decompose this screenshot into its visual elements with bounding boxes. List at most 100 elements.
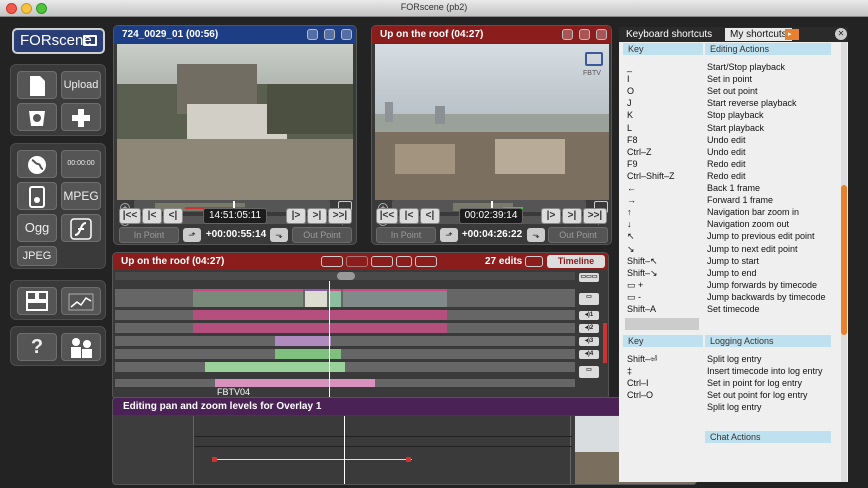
shortcuts-scroll-thumb[interactable]: [841, 185, 847, 335]
shortcut-action: Redo edit: [707, 158, 746, 169]
shortcut-key: Shift–↖: [627, 255, 658, 266]
key-column-header: Key: [623, 43, 703, 55]
edit-viewer-lock-button[interactable]: [562, 29, 573, 40]
trim-icon[interactable]: [371, 256, 393, 267]
audio-2-button[interactable]: ◂)2: [579, 324, 599, 333]
overlay-playhead[interactable]: [344, 416, 345, 484]
shortcuts-panel: Key Editing Actions _ Start/Stop playback I S…: [619, 27, 848, 482]
chat-actions-header: Chat Actions: [705, 431, 831, 444]
edit-set-in-arrow[interactable]: ⬏: [440, 228, 458, 242]
keyframe-marker[interactable]: [212, 457, 217, 462]
shortcut-action: Start reverse playback: [707, 98, 797, 109]
jpeg-button[interactable]: JPEG: [17, 246, 57, 266]
layout-button[interactable]: [17, 287, 57, 315]
shortcut-key: Ctrl–Z: [627, 146, 652, 157]
audio-3-button[interactable]: ◂)3: [579, 337, 599, 346]
ipod-button[interactable]: [17, 182, 57, 210]
edit-prev-frame-button[interactable]: <|: [420, 208, 440, 224]
source-out-point-button[interactable]: Out Point: [292, 227, 352, 243]
overlay-keyframe-graph[interactable]: [193, 416, 572, 484]
play-shortcut-icon[interactable]: ▸: [785, 29, 799, 40]
edit-set-out-arrow[interactable]: ⬎: [527, 228, 545, 242]
edit-next-edit-button[interactable]: >|: [562, 208, 582, 224]
web-button[interactable]: [17, 150, 57, 178]
flash-button[interactable]: [61, 214, 101, 242]
shortcut-action: Insert timecode into log entry: [707, 366, 823, 377]
source-prev-edit-button[interactable]: |<: [142, 208, 162, 224]
subtitle-track-button[interactable]: ▭: [579, 366, 599, 378]
source-set-out-arrow[interactable]: ⬎: [270, 228, 288, 242]
audio-toggle-button[interactable]: [307, 29, 318, 40]
audio-track-2[interactable]: [115, 336, 575, 346]
timeline-header: Up on the roof (04:27) 27 edits Timeline: [113, 253, 608, 270]
edit-jump-end-button[interactable]: >>|: [583, 208, 607, 224]
timeline-scroll-marker: [603, 323, 607, 363]
source-video-frame[interactable]: [117, 44, 353, 200]
source-next-frame-button[interactable]: |>: [286, 208, 306, 224]
upload-button[interactable]: Upload: [61, 71, 101, 99]
add-button[interactable]: [61, 103, 101, 131]
tab-my-shortcuts[interactable]: My shortcuts: [725, 28, 792, 41]
stats-button[interactable]: [61, 287, 101, 315]
shortcut-key: ←: [627, 183, 636, 193]
playhead[interactable]: [329, 281, 330, 399]
lock-icon[interactable]: [396, 256, 412, 267]
audio-track-4[interactable]: [115, 362, 575, 372]
source-prev-frame-button[interactable]: <|: [163, 208, 183, 224]
ogg-button[interactable]: Ogg: [17, 214, 57, 242]
media-button[interactable]: [17, 103, 57, 131]
close-viewer-button[interactable]: [341, 29, 352, 40]
help-button[interactable]: ?: [17, 333, 57, 361]
edit-out-point-button[interactable]: Out Point: [548, 227, 608, 243]
audio-4-button[interactable]: ◂)4: [579, 350, 599, 359]
audio-1-button[interactable]: ◂)1: [579, 311, 599, 320]
search-icon[interactable]: [415, 256, 437, 267]
edit-video-frame[interactable]: FBTV: [375, 44, 609, 200]
edit-in-point-button[interactable]: In Point: [376, 227, 436, 243]
shortcut-action: Split log entry: [707, 354, 762, 365]
source-jump-start-button[interactable]: |<<: [119, 208, 141, 224]
overlay-panel: Editing pan and zoom levels for Overlay …: [112, 397, 697, 485]
settings-button[interactable]: [324, 29, 335, 40]
source-in-point-button[interactable]: In Point: [119, 227, 179, 243]
custom-key-input[interactable]: [625, 318, 699, 331]
audio-3-label: 3: [589, 338, 594, 344]
overlay-track[interactable]: [115, 310, 575, 320]
shortcut-action: Set out point: [707, 86, 758, 97]
shortcut-action: Set in point: [707, 74, 753, 85]
keyframe-marker[interactable]: [406, 457, 411, 462]
edit-prev-edit-button[interactable]: |<: [399, 208, 419, 224]
source-next-edit-button[interactable]: >|: [307, 208, 327, 224]
layout-grid-icon: [26, 291, 48, 311]
logo-icon: [83, 35, 97, 46]
source-set-in-arrow[interactable]: ⬏: [183, 228, 201, 242]
mpeg-button[interactable]: MPEG: [61, 182, 101, 210]
tab-keyboard-shortcuts[interactable]: Keyboard shortcuts: [621, 27, 717, 42]
ipod-icon: [29, 186, 45, 208]
mpeg-label: MPEG: [63, 189, 99, 203]
shortcut-key: Shift–⏎: [627, 354, 658, 365]
edit-viewer-close-button[interactable]: [596, 29, 607, 40]
audio-track-1[interactable]: [115, 323, 575, 333]
text-track[interactable]: [115, 379, 575, 387]
shortcut-action: Redo edit: [707, 170, 746, 181]
new-document-button[interactable]: [17, 71, 57, 99]
users-button[interactable]: [61, 333, 101, 361]
audio-track-3[interactable]: [115, 349, 575, 359]
edit-next-frame-button[interactable]: |>: [541, 208, 561, 224]
track-display-button[interactable]: ▭▭▭: [579, 273, 599, 282]
split-icon[interactable]: [321, 256, 343, 267]
source-timecode[interactable]: 14:51:05:11: [203, 208, 267, 224]
edit-jump-start-button[interactable]: |<<: [376, 208, 398, 224]
edit-viewer-settings-button[interactable]: [579, 29, 590, 40]
close-shortcuts-icon[interactable]: ✕: [835, 28, 847, 40]
video-track[interactable]: [115, 289, 575, 307]
source-jump-end-button[interactable]: >>|: [328, 208, 352, 224]
timeline-mode-button[interactable]: Timeline: [547, 255, 605, 268]
video-track-button[interactable]: ▭: [579, 293, 599, 305]
undo-icon[interactable]: [525, 256, 543, 267]
edit-timecode[interactable]: 00:02:39:14: [459, 208, 523, 224]
join-icon[interactable]: [346, 256, 368, 267]
timecode-button[interactable]: 00:00:00: [61, 150, 101, 178]
timeline-ruler[interactable]: [115, 272, 575, 280]
